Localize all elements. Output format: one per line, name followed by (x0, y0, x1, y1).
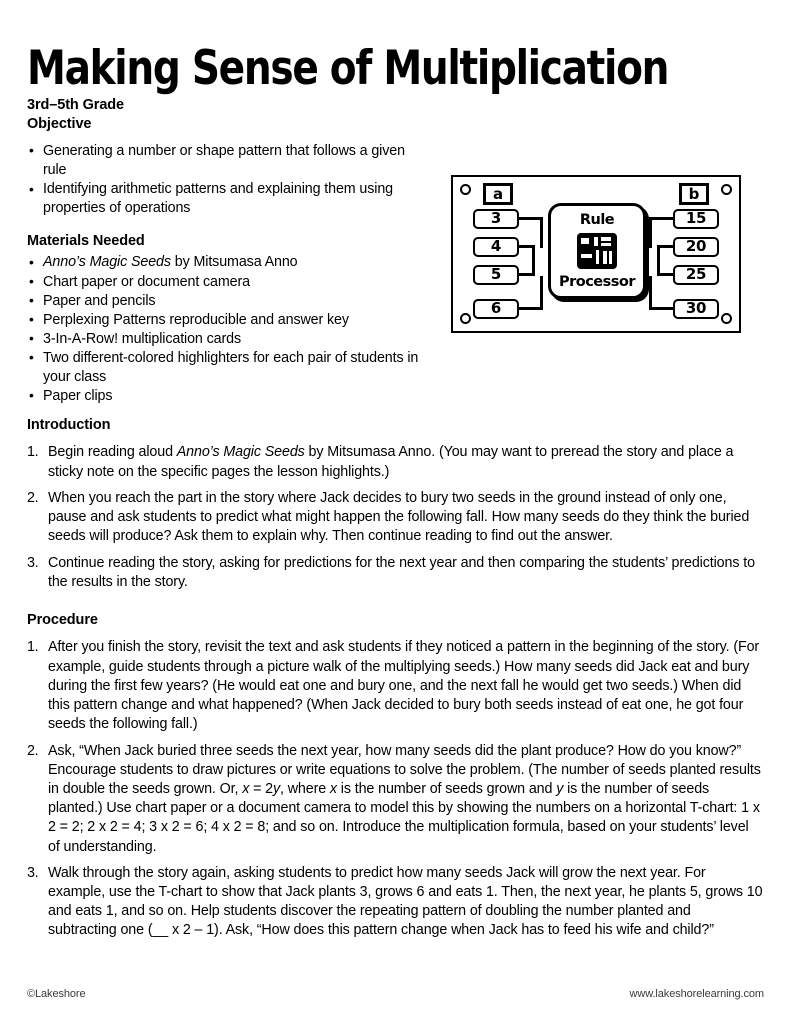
output-value-box: 20 (673, 237, 719, 257)
wire-bus (657, 245, 660, 276)
processor-bottom-label: Processor (558, 274, 636, 290)
input-value-box: 4 (473, 237, 519, 257)
wire-bus (532, 245, 535, 276)
grade-level-heading: 3rd–5th Grade (27, 97, 125, 113)
worksheet-page: Making Sense of Multiplication 3rd–5th G… (0, 0, 791, 1024)
list-item: Paper and pencils (27, 291, 427, 311)
book-title: Anno’s Magic Seeds (43, 254, 171, 271)
screw-icon (721, 184, 732, 195)
list-item: After you finish the story, revisit the … (27, 638, 760, 733)
input-value-box: 6 (473, 299, 519, 319)
list-item: When you reach the part in the story whe… (27, 489, 750, 545)
list-item: Two different-colored highlighters for e… (27, 348, 427, 387)
screw-icon (721, 313, 732, 324)
list-item: Chart paper or document camera (27, 272, 427, 292)
wire-bus (540, 217, 543, 248)
procedure-list: After you finish the story, revisit the … (27, 638, 763, 940)
book-title: Anno’s Magic Seeds (176, 444, 305, 461)
rule-processor-unit: Rule Processor (548, 203, 646, 299)
objective-heading: Objective (27, 116, 92, 133)
website-url[interactable]: www.lakeshorelearning.com (630, 988, 765, 1000)
list-item: Anno’s Magic Seeds by Mitsumasa Anno (27, 253, 427, 272)
page-title: Making Sense of Multiplication (27, 40, 669, 96)
wire-bus (649, 217, 652, 248)
list-item: 3-In-A-Row! multiplication cards (27, 329, 427, 349)
introduction-section: Introduction Begin reading aloud Anno’s … (27, 416, 763, 592)
input-column-label: a (483, 183, 513, 205)
list-item: Identifying arithmetic patterns and expl… (27, 179, 427, 218)
wire-segment (649, 217, 673, 220)
processor-top-label: Rule (579, 212, 615, 228)
output-column-label: b (679, 183, 709, 205)
introduction-heading: Introduction (27, 417, 111, 433)
list-item: Paper clips (27, 386, 427, 406)
materials-section: Materials Needed Anno’s Magic Seeds by M… (27, 232, 427, 406)
list-item: Walk through the story again, asking stu… (27, 864, 763, 939)
variable-y: y (272, 780, 281, 797)
microchip-icon (576, 232, 618, 270)
list-item-text: Begin reading aloud (48, 444, 177, 461)
variable-x: x (329, 780, 337, 797)
list-item: Continue reading the story, asking for p… (27, 554, 755, 590)
copyright-notice: ©Lakeshore (27, 988, 86, 1000)
screw-icon (460, 184, 471, 195)
list-item-text: by Mitsumasa Anno (170, 254, 298, 271)
list-item: Generating a number or shape pattern tha… (27, 141, 427, 180)
list-item: Ask, “When Jack buried three seeds the n… (27, 742, 763, 857)
introduction-list: Begin reading aloud Anno’s Magic Seeds b… (27, 443, 763, 592)
input-value-box: 5 (473, 265, 519, 285)
rule-processor-diagram: a b 3 4 5 6 15 20 25 30 Rule Processor (451, 175, 741, 333)
output-value-box: 15 (673, 209, 719, 229)
input-value-box: 3 (473, 209, 519, 229)
materials-list: Anno’s Magic Seeds by Mitsumasa Anno Cha… (27, 253, 427, 406)
wire-bus (649, 276, 652, 310)
list-item: Begin reading aloud Anno’s Magic Seeds b… (27, 443, 763, 481)
equation-text: = 2 (249, 780, 273, 797)
objective-list: Generating a number or shape pattern tha… (27, 141, 427, 218)
list-item-text: is the number of seeds grown and (336, 780, 557, 797)
procedure-heading: Procedure (27, 612, 98, 628)
screw-icon (460, 313, 471, 324)
list-item: Perplexing Patterns reproducible and ans… (27, 310, 427, 330)
output-value-box: 30 (673, 299, 719, 319)
list-item-text: , where (280, 780, 330, 797)
wire-bus (540, 276, 543, 310)
wire-segment (649, 307, 673, 310)
materials-heading: Materials Needed (27, 233, 145, 249)
output-value-box: 25 (673, 265, 719, 285)
procedure-section: Procedure After you finish the story, re… (27, 611, 763, 941)
objective-section: 3rd–5th Grade Objective Generating a num… (27, 96, 427, 218)
